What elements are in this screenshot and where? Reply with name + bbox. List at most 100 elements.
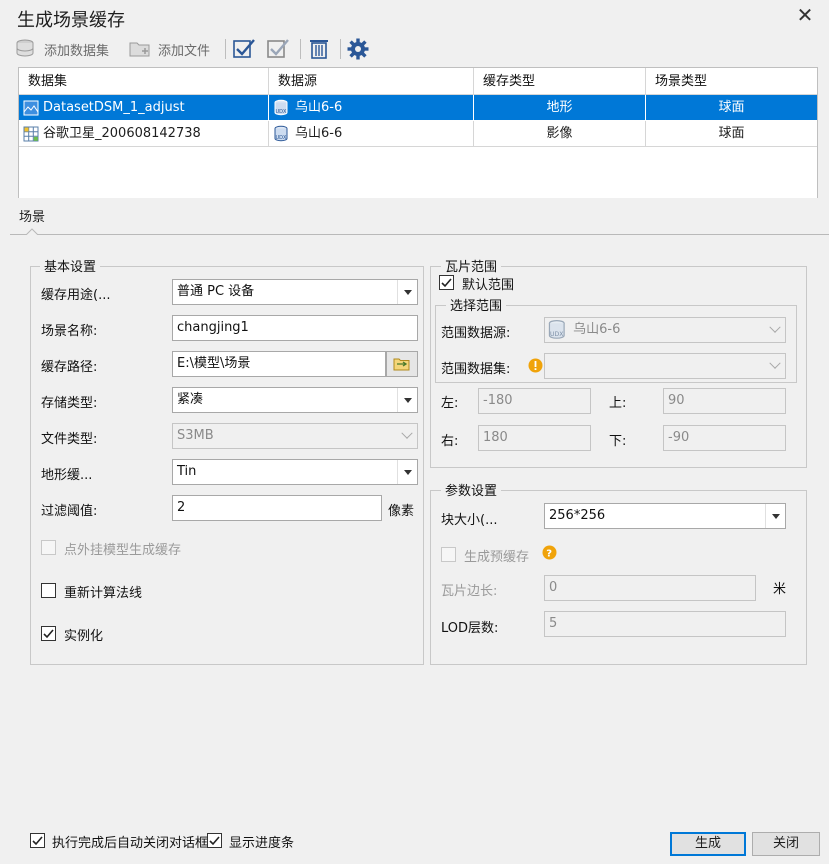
browse-path-button[interactable] xyxy=(386,351,418,377)
table-row[interactable]: 谷歌卫星_200608142738 UDX 乌山6-6 影像 球面 xyxy=(19,121,817,147)
tile-edge-input[interactable]: 0 xyxy=(544,575,756,601)
trash-icon xyxy=(310,40,328,59)
check-all-icon xyxy=(233,39,255,58)
filter-threshold-input[interactable]: 2 xyxy=(172,495,382,521)
left-input[interactable]: -180 xyxy=(478,388,591,414)
block-size-value: 256*256 xyxy=(549,508,606,523)
instancing-label: 实例化 xyxy=(64,629,104,644)
toolbar-separator xyxy=(225,39,226,59)
lod-label: LOD层数: xyxy=(441,621,499,636)
checkmark-icon xyxy=(32,836,43,846)
default-range-checkbox[interactable] xyxy=(439,275,454,290)
range-datasource-value: 乌山6-6 xyxy=(573,322,621,337)
file-type-select[interactable]: S3MB xyxy=(172,423,418,449)
add-folder-icon xyxy=(129,42,150,57)
dataset-name: DatasetDSM_1_adjust xyxy=(43,100,185,115)
generate-button[interactable]: 生成 xyxy=(670,832,746,856)
column-header-datasource[interactable]: 数据源 xyxy=(269,68,474,95)
chevron-down-icon xyxy=(765,354,785,378)
top-input[interactable]: 90 xyxy=(663,388,786,414)
datasource-name: 乌山6-6 xyxy=(295,126,343,141)
help-icon[interactable]: ? xyxy=(542,545,557,560)
block-size-label: 块大小(... xyxy=(441,513,498,528)
tab-scene[interactable]: 场景 xyxy=(19,206,45,225)
dem-dataset-icon xyxy=(23,100,39,115)
storage-type-select[interactable]: 紧凑 xyxy=(172,387,418,413)
right-input[interactable]: 180 xyxy=(478,425,591,451)
filter-label: 过滤阈值: xyxy=(41,504,98,519)
bottom-input[interactable]: -90 xyxy=(663,425,786,451)
check-invert-icon xyxy=(267,39,289,58)
dataset-name: 谷歌卫星_200608142738 xyxy=(43,126,201,141)
terrain-label: 地形缓... xyxy=(41,468,93,483)
pre-cache-checkbox[interactable] xyxy=(441,547,456,562)
show-progress-checkbox[interactable] xyxy=(207,833,222,848)
scene-name-label: 场景名称: xyxy=(41,324,98,339)
storage-type-value: 紧凑 xyxy=(177,392,204,407)
tab-divider xyxy=(10,234,829,235)
cache-path-input[interactable]: E:\模型\场景 xyxy=(172,351,386,377)
window-title: 生成场景缓存 xyxy=(17,10,125,31)
default-range-label: 默认范围 xyxy=(462,278,515,293)
basic-settings-title: 基本设置 xyxy=(40,256,101,275)
scene-name-input[interactable]: changjing1 xyxy=(172,315,418,341)
recalc-normals-label: 重新计算法线 xyxy=(64,586,143,601)
add-file-label: 添加文件 xyxy=(158,43,211,59)
right-label: 右: xyxy=(441,434,459,449)
auto-close-checkbox[interactable] xyxy=(30,833,45,848)
checkmark-icon xyxy=(441,278,452,288)
invert-select-button[interactable] xyxy=(266,37,290,61)
dropdown-arrow-icon xyxy=(397,460,417,484)
lod-input[interactable]: 5 xyxy=(544,611,786,637)
close-window-button[interactable]: ✕ xyxy=(795,4,815,26)
gear-icon xyxy=(347,38,369,60)
settings-button[interactable] xyxy=(346,37,370,61)
recalc-normals-checkbox[interactable] xyxy=(41,583,56,598)
toolbar-separator xyxy=(300,39,301,59)
table-header: 数据集 数据源 缓存类型 场景类型 xyxy=(19,68,817,95)
range-datasource-select[interactable]: UDX 乌山6-6 xyxy=(544,317,786,343)
range-dataset-select[interactable] xyxy=(544,353,786,379)
add-file-button[interactable]: 添加文件 xyxy=(128,37,210,61)
dropdown-arrow-icon xyxy=(397,388,417,412)
instancing-checkbox[interactable] xyxy=(41,626,56,641)
range-dataset-label: 范围数据集: xyxy=(441,362,511,377)
column-header-dataset[interactable]: 数据集 xyxy=(19,68,269,95)
block-size-select[interactable]: 256*256 xyxy=(544,503,786,529)
grid-dataset-icon xyxy=(23,126,39,141)
checkmark-icon xyxy=(43,629,54,639)
tab-indicator-icon xyxy=(26,228,38,239)
range-datasource-label: 范围数据源: xyxy=(441,326,511,341)
column-header-cache-type[interactable]: 缓存类型 xyxy=(474,68,646,95)
delete-button[interactable] xyxy=(307,37,331,61)
cache-use-value: 普通 PC 设备 xyxy=(177,284,255,299)
column-header-scene-type[interactable]: 场景类型 xyxy=(646,68,817,95)
tile-edge-label: 瓦片边长: xyxy=(441,584,498,599)
add-dataset-button[interactable]: 添加数据集 xyxy=(14,37,109,61)
svg-text:UDX: UDX xyxy=(550,331,563,338)
cache-type-cell[interactable]: 影像 xyxy=(474,121,646,147)
storage-type-label: 存储类型: xyxy=(41,396,98,411)
cache-use-select[interactable]: 普通 PC 设备 xyxy=(172,279,418,305)
terrain-select[interactable]: Tin xyxy=(172,459,418,485)
scene-type-cell[interactable]: 球面 xyxy=(646,95,817,121)
cache-path-label: 缓存路径: xyxy=(41,360,98,375)
close-button[interactable]: 关闭 xyxy=(752,832,820,856)
checkmark-icon xyxy=(209,836,220,846)
bottom-label: 下: xyxy=(609,434,627,449)
select-all-button[interactable] xyxy=(232,37,256,61)
table-row[interactable]: DatasetDSM_1_adjust UDX 乌山6-6 地形 球面 xyxy=(19,95,817,121)
open-folder-icon xyxy=(393,358,410,371)
params-title: 参数设置 xyxy=(441,480,502,499)
cache-type-cell[interactable]: 地形 xyxy=(474,95,646,121)
scene-type-cell[interactable]: 球面 xyxy=(646,121,817,147)
datasource-name: 乌山6-6 xyxy=(295,100,343,115)
svg-text:UDX: UDX xyxy=(276,109,288,115)
file-type-label: 文件类型: xyxy=(41,432,98,447)
point-model-checkbox[interactable] xyxy=(41,540,56,555)
toolbar-separator xyxy=(340,39,341,59)
udx-datasource-icon: UDX xyxy=(274,99,288,115)
warning-icon xyxy=(528,358,543,373)
auto-close-label: 执行完成后自动关闭对话框 xyxy=(52,836,209,851)
point-model-label: 点外挂模型生成缓存 xyxy=(64,543,182,558)
